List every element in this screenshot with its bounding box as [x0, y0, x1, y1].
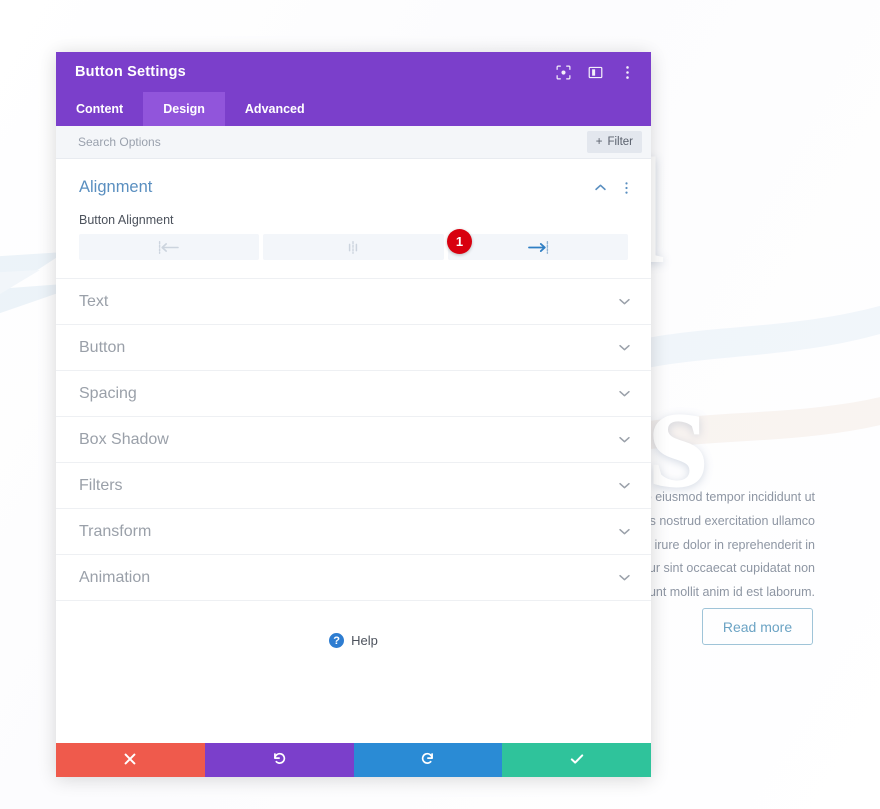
help-link[interactable]: ? Help	[56, 633, 651, 648]
section-transform[interactable]: Transform	[56, 509, 651, 555]
close-icon	[123, 752, 137, 769]
modal-tab-bar: Content Design Advanced	[56, 92, 651, 126]
align-right-button[interactable]	[447, 234, 628, 260]
help-icon: ?	[329, 633, 345, 648]
section-animation[interactable]: Animation	[56, 555, 651, 601]
section-filters[interactable]: Filters	[56, 463, 651, 509]
chevron-up-icon[interactable]	[594, 181, 607, 194]
search-bar: + Filter	[56, 126, 651, 159]
chevron-down-icon	[618, 341, 631, 354]
chevron-down-icon	[618, 295, 631, 308]
chevron-down-icon	[618, 525, 631, 538]
align-center-button[interactable]	[263, 234, 444, 260]
modal-footer	[56, 743, 651, 777]
section-animation-label: Animation	[79, 568, 151, 586]
filter-button[interactable]: + Filter	[586, 131, 642, 153]
section-button[interactable]: Button	[56, 325, 651, 371]
section-more-options-icon[interactable]	[620, 181, 633, 195]
layout-icon[interactable]	[587, 64, 603, 80]
section-alignment-controls	[594, 181, 633, 195]
button-alignment-control: 1	[79, 229, 628, 260]
read-more-button[interactable]: Read more	[702, 608, 813, 645]
button-alignment-label: Button Alignment	[79, 213, 174, 227]
tab-content[interactable]: Content	[56, 92, 143, 126]
cancel-button[interactable]	[56, 743, 205, 777]
align-left-button[interactable]	[79, 234, 260, 260]
titlebar-icon-group	[555, 64, 635, 80]
plus-icon: +	[595, 136, 603, 148]
help-label: Help	[351, 633, 378, 648]
undo-icon	[272, 751, 287, 769]
tab-advanced[interactable]: Advanced	[225, 92, 325, 126]
section-box-shadow-label: Box Shadow	[79, 430, 169, 448]
section-box-shadow[interactable]: Box Shadow	[56, 417, 651, 463]
focus-icon[interactable]	[555, 64, 571, 80]
search-input[interactable]	[78, 135, 587, 149]
checkmark-icon	[569, 751, 585, 770]
section-filters-label: Filters	[79, 476, 123, 494]
section-spacing[interactable]: Spacing	[56, 371, 651, 417]
redo-icon	[420, 751, 435, 769]
section-alignment-header[interactable]: Alignment	[56, 159, 651, 197]
redo-button[interactable]	[353, 743, 503, 777]
chevron-down-icon	[618, 479, 631, 492]
tab-design[interactable]: Design	[143, 92, 225, 126]
chevron-down-icon	[618, 387, 631, 400]
section-alignment-title: Alignment	[79, 178, 153, 196]
chevron-down-icon	[618, 433, 631, 446]
modal-titlebar: Button Settings	[56, 52, 651, 92]
section-button-label: Button	[79, 338, 126, 356]
section-text[interactable]: Text	[56, 279, 651, 325]
section-text-label: Text	[79, 292, 109, 310]
more-options-icon[interactable]	[619, 64, 635, 80]
step-badge-1: 1	[447, 229, 472, 254]
section-alignment: Alignment Button Alignment 1	[56, 159, 651, 279]
screen-root: ul ws do eiusmod tempor incididunt ut qu…	[0, 0, 880, 809]
section-spacing-label: Spacing	[79, 384, 137, 402]
undo-button[interactable]	[204, 743, 354, 777]
modal-title: Button Settings	[75, 64, 186, 80]
button-settings-modal: Button Settings Content Design Advanced …	[56, 52, 651, 777]
modal-body: Alignment Button Alignment 1 Text Button…	[56, 159, 651, 743]
save-button[interactable]	[502, 743, 651, 777]
filter-button-label: Filter	[607, 136, 633, 148]
chevron-down-icon	[618, 571, 631, 584]
section-transform-label: Transform	[79, 522, 152, 540]
